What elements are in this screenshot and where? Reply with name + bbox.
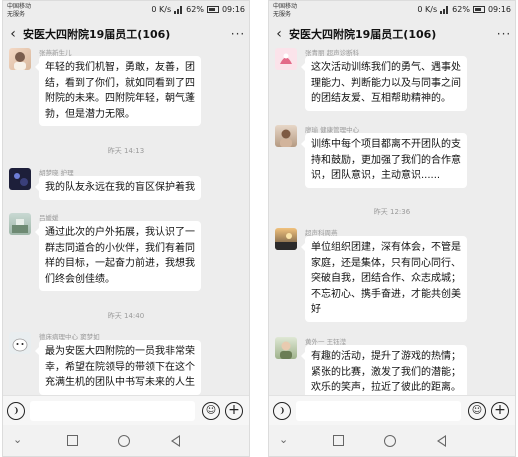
back-triangle-icon[interactable] — [171, 435, 180, 447]
plus-icon[interactable]: + — [225, 402, 243, 420]
carrier-name: 中国移动 — [273, 3, 298, 10]
phone-screenshot-right: 中国移动 无服务 0 K/s 62% 09:16 ‹ 安医大四附院19届员工(1… — [268, 0, 516, 457]
timestamp: 昨天 14:40 — [107, 312, 145, 320]
voice-icon[interactable]: ❩ — [7, 402, 25, 420]
message-bubble[interactable]: 有趣的活动，提升了游戏的热情； 紧张的比赛，激发了我们的潜能； 欢乐的笑声，拉近了彼… — [301, 345, 467, 395]
plus-icon[interactable]: + — [491, 402, 509, 420]
chevron-down-icon[interactable]: ⌄ — [13, 433, 22, 446]
avatar[interactable] — [9, 48, 31, 70]
phone-screenshot-left: 中国移动 无服务 0 K/s 62% 09:16 ‹ 安医大四附院19届员工(1… — [2, 0, 250, 457]
clock: 09:16 — [221, 5, 245, 14]
battery-icon — [472, 6, 485, 13]
message-bubble[interactable]: 单位组织团建，深有体会，不管是 家庭，还是集体，只有同心同行、 突破自我，团结合作、… — [301, 236, 467, 322]
home-circle-icon[interactable] — [118, 435, 130, 447]
carrier-info: 中国移动 无服务 — [7, 3, 31, 19]
back-triangle-icon[interactable] — [437, 435, 446, 447]
chat-title: 安医大四附院19届员工(106) — [23, 28, 171, 41]
message-input[interactable] — [30, 401, 195, 421]
avatar[interactable] — [275, 228, 297, 250]
battery-percent: 62% — [186, 5, 204, 14]
battery-icon — [206, 6, 219, 13]
back-arrow-icon[interactable]: ‹ — [3, 26, 23, 42]
network-speed: 0 K/s — [151, 5, 172, 14]
avatar[interactable] — [9, 168, 31, 190]
signal-icon — [174, 5, 183, 14]
avatar[interactable] — [9, 332, 31, 354]
message-bubble[interactable]: 我的队友永远在我的盲区保护着我 — [35, 176, 201, 200]
more-options-icon[interactable]: ··· — [493, 27, 515, 41]
battery-percent: 62% — [452, 5, 470, 14]
message-list[interactable]: 张燕新生儿 年轻的我们机智，勇敢，友善，团 结，看到了你们，就如同看到了四 附院的未… — [3, 45, 249, 395]
timestamp: 昨天 14:13 — [107, 147, 145, 155]
emoji-icon[interactable]: ☺ — [468, 402, 486, 420]
message-bubble[interactable]: 训练中每个项目都离不开团队的支 持和鼓励，更加强了我们的合作意 识，团队意识，主动意… — [301, 133, 467, 188]
system-nav-bar: ⌄ — [269, 425, 515, 456]
home-circle-icon[interactable] — [384, 435, 396, 447]
more-options-icon[interactable]: ··· — [227, 27, 249, 41]
network-speed: 0 K/s — [417, 5, 438, 14]
chat-header: ‹ 安医大四附院19届员工(106) ··· — [3, 23, 249, 45]
input-bar: ❩ ☺ + — [3, 395, 249, 425]
signal-icon — [440, 5, 449, 14]
emoji-icon[interactable]: ☺ — [202, 402, 220, 420]
message-bubble[interactable]: 通过此次的户外拓展，我认识了一 群志同道合的小伙伴，我们有着同 样的目标，一起奋力前… — [35, 221, 201, 291]
message-bubble[interactable]: 最为安医大四附院的一员我非常荣 幸，希望在院领导的带领下在这个 充满生机的团队中书写… — [35, 340, 201, 395]
chevron-down-icon[interactable]: ⌄ — [279, 433, 288, 446]
message-bubble[interactable]: 年轻的我们机智，勇敢，友善，团 结，看到了你们，就如同看到了四 附院的未来。四附院年… — [35, 56, 201, 126]
carrier-service: 无服务 — [7, 11, 26, 18]
status-bar: 中国移动 无服务 0 K/s 62% 09:16 — [3, 1, 249, 23]
message-input[interactable] — [296, 401, 461, 421]
chat-title: 安医大四附院19届员工(106) — [289, 28, 437, 41]
carrier-service: 无服务 — [273, 11, 292, 18]
clock: 09:16 — [487, 5, 511, 14]
carrier-info: 中国移动 无服务 — [273, 3, 297, 19]
recent-apps-square-icon[interactable] — [333, 435, 344, 446]
back-arrow-icon[interactable]: ‹ — [269, 26, 289, 42]
message-list[interactable]: 张青丽 超声诊断科 这次活动训练我们的勇气、遇事处 理能力、判断能力以及与同事之间… — [269, 45, 515, 395]
input-bar: ❩ ☺ + — [269, 395, 515, 425]
status-bar: 中国移动 无服务 0 K/s 62% 09:16 — [269, 1, 515, 23]
avatar[interactable] — [275, 125, 297, 147]
carrier-name: 中国移动 — [7, 3, 32, 10]
message-bubble[interactable]: 这次活动训练我们的勇气、遇事处 理能力、判断能力以及与同事之间 的团结友爱、互相帮助… — [301, 56, 467, 111]
avatar[interactable] — [275, 337, 297, 359]
timestamp: 昨天 12:36 — [373, 208, 411, 216]
avatar[interactable] — [9, 213, 31, 235]
system-nav-bar: ⌄ — [3, 425, 249, 456]
avatar[interactable] — [275, 48, 297, 70]
recent-apps-square-icon[interactable] — [67, 435, 78, 446]
voice-icon[interactable]: ❩ — [273, 402, 291, 420]
chat-header: ‹ 安医大四附院19届员工(106) ··· — [269, 23, 515, 45]
